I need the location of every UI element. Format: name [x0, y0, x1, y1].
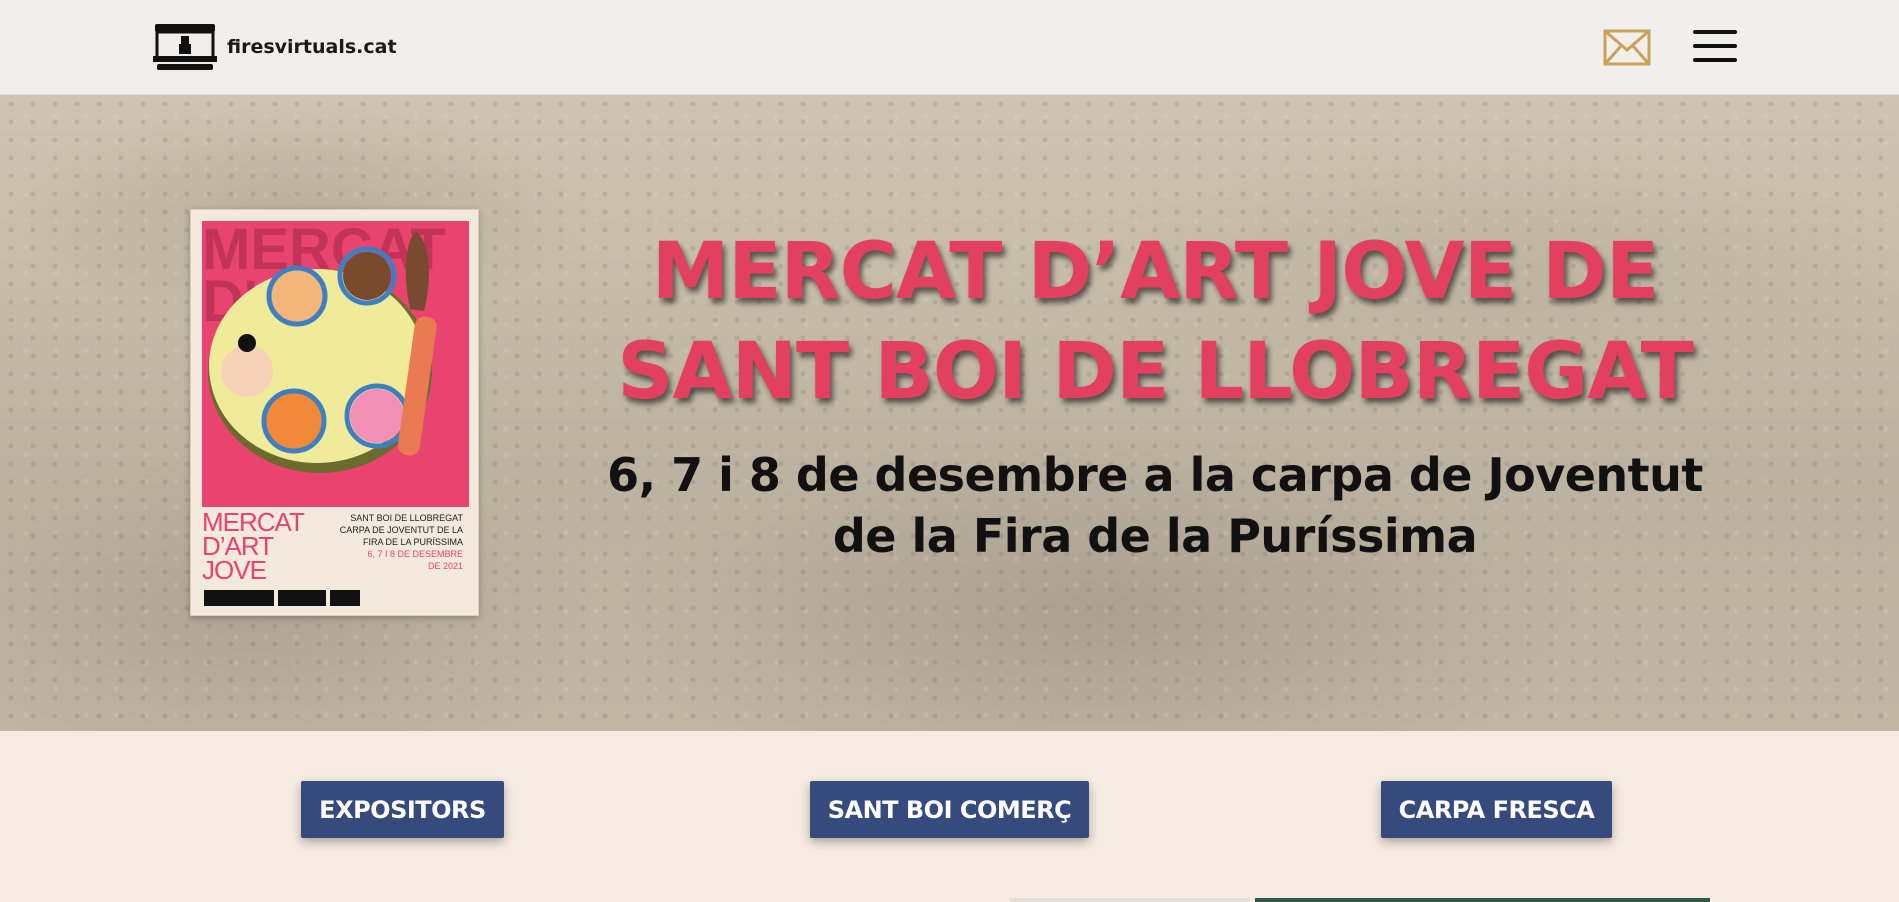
poster-title: MERCAT D’ART JOVE	[202, 507, 305, 585]
poster-dates: 6, 7 I 8 DE DESEMBRE DE 2021	[367, 549, 463, 571]
contact-button[interactable]	[1603, 29, 1651, 66]
event-subtitle: 6, 7 i 8 de desembre a la carpa de Joven…	[607, 448, 1703, 563]
site-name: firesvirtuals.cat	[227, 36, 397, 58]
hamburger-menu-icon[interactable]	[1693, 28, 1737, 64]
carpa-fresca-button[interactable]: CARPA FRESCA	[1381, 781, 1612, 838]
expositors-button[interactable]: EXPOSITORS	[301, 781, 504, 838]
event-title: MERCAT D’ART JOVE DE SANT BOI DE LLOBREG…	[617, 227, 1694, 417]
site-header: firesvirtuals.cat	[0, 0, 1899, 95]
content-preview-edge	[1010, 898, 1250, 902]
envelope-icon	[1603, 29, 1651, 66]
poster-illustration: MERCAT D'ART	[202, 221, 469, 507]
hero-banner: MERCAT D'ART MERCAT D’ART JOVE SANT BOI …	[0, 95, 1899, 731]
market-stall-icon	[153, 22, 217, 72]
content-preview-edge-2	[1255, 898, 1710, 902]
poster-info: SANT BOI DE LLOBREGAT CARPA DE JOVENTUT …	[339, 513, 463, 571]
sant-boi-comerc-button[interactable]: SANT BOI COMERÇ	[810, 781, 1089, 838]
site-logo[interactable]: firesvirtuals.cat	[153, 22, 397, 72]
sponsor-logos	[204, 590, 369, 606]
event-poster[interactable]: MERCAT D'ART MERCAT D’ART JOVE SANT BOI …	[190, 209, 479, 616]
